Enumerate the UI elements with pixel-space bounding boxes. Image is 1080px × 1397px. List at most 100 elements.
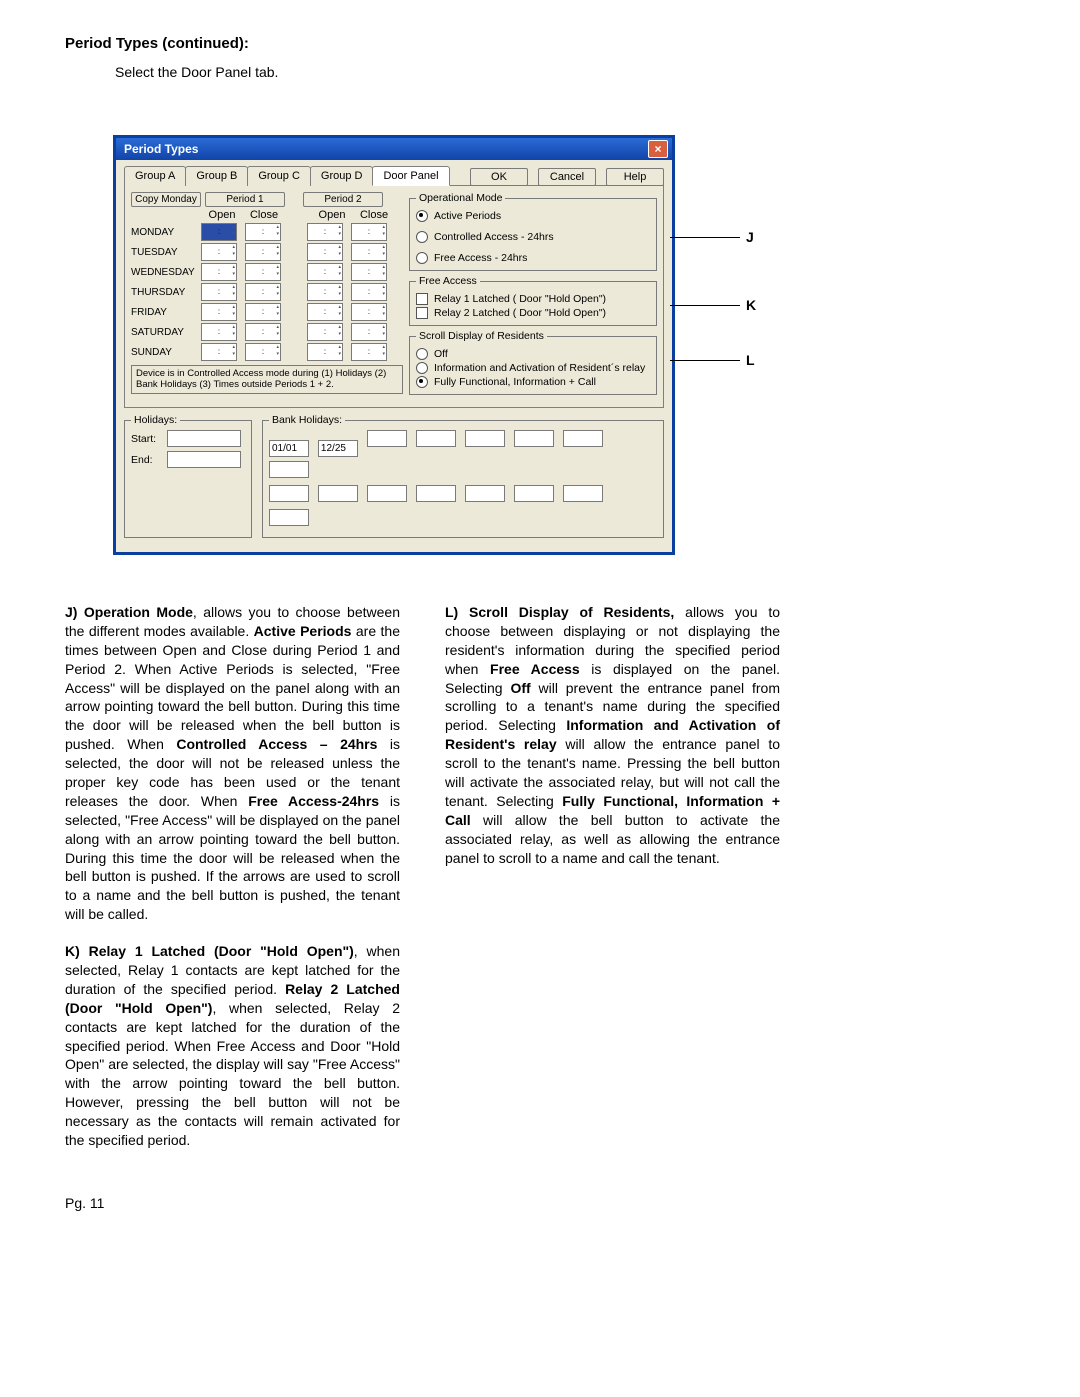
day-row: TUESDAY:::: bbox=[131, 243, 401, 261]
tab-group-b[interactable]: Group B bbox=[185, 166, 248, 186]
bank-input-7[interactable] bbox=[563, 430, 603, 447]
callout-l: L bbox=[746, 352, 755, 368]
opmode-active: Active Periods bbox=[434, 210, 501, 222]
cancel-button[interactable]: Cancel bbox=[538, 168, 596, 186]
p2-close-spin[interactable]: : bbox=[351, 243, 387, 261]
callout-j: J bbox=[746, 229, 754, 245]
copy-monday-button[interactable]: Copy Monday bbox=[131, 192, 201, 207]
p1-close-spin[interactable]: : bbox=[245, 243, 281, 261]
p2-open-spin[interactable]: : bbox=[307, 303, 343, 321]
intro-text: Select the Door Panel tab. bbox=[115, 64, 1015, 80]
opmode-free: Free Access - 24hrs bbox=[434, 252, 527, 264]
scroll-legend: Scroll Display of Residents bbox=[416, 330, 547, 342]
col-open-1: Open bbox=[201, 209, 243, 221]
holidays-start-input[interactable] bbox=[167, 430, 241, 447]
p1-open-spin[interactable]: : bbox=[201, 223, 237, 241]
day-row: SATURDAY:::: bbox=[131, 323, 401, 341]
bank-input-3[interactable] bbox=[367, 430, 407, 447]
p1-open-spin[interactable]: : bbox=[201, 303, 237, 321]
tab-group-a[interactable]: Group A bbox=[124, 166, 186, 186]
p2-close-spin[interactable]: : bbox=[351, 343, 387, 361]
bank-input-12[interactable] bbox=[416, 485, 456, 502]
p1-close-spin[interactable]: : bbox=[245, 283, 281, 301]
p1-close-spin[interactable]: : bbox=[245, 303, 281, 321]
tabs: Group A Group B Group C Group D Door Pan… bbox=[124, 166, 449, 186]
operational-mode-group: Operational Mode Active Periods Controll… bbox=[409, 192, 657, 271]
p2-close-spin[interactable]: : bbox=[351, 283, 387, 301]
bank-input-4[interactable] bbox=[416, 430, 456, 447]
col-open-2: Open bbox=[311, 209, 353, 221]
relay2-label: Relay 2 Latched ( Door "Hold Open") bbox=[434, 307, 606, 319]
p2-close-spin[interactable]: : bbox=[351, 303, 387, 321]
check-relay1[interactable] bbox=[416, 293, 428, 305]
holidays-legend: Holidays: bbox=[131, 414, 180, 426]
close-icon[interactable]: × bbox=[648, 140, 668, 158]
bank-input-10[interactable] bbox=[318, 485, 358, 502]
p1-open-spin[interactable]: : bbox=[201, 263, 237, 281]
day-label: FRIDAY bbox=[131, 307, 201, 318]
bank-input-13[interactable] bbox=[465, 485, 505, 502]
radio-full[interactable] bbox=[416, 376, 428, 388]
day-label: SUNDAY bbox=[131, 347, 201, 358]
p1-open-spin[interactable]: : bbox=[201, 243, 237, 261]
period1-button[interactable]: Period 1 bbox=[205, 192, 285, 207]
check-relay2[interactable] bbox=[416, 307, 428, 319]
radio-off[interactable] bbox=[416, 348, 428, 360]
help-button[interactable]: Help bbox=[606, 168, 664, 186]
p1-close-spin[interactable]: : bbox=[245, 343, 281, 361]
p2-open-spin[interactable]: : bbox=[307, 263, 343, 281]
free-access-group: Free Access Relay 1 Latched ( Door "Hold… bbox=[409, 275, 657, 326]
ok-button[interactable]: OK bbox=[470, 168, 528, 186]
radio-info-activation[interactable] bbox=[416, 362, 428, 374]
para-j: J) Operation Mode, allows you to choose … bbox=[65, 603, 400, 924]
holidays-group: Holidays: Start: End: bbox=[124, 414, 252, 538]
tab-door-panel[interactable]: Door Panel bbox=[372, 166, 449, 186]
bank-input-6[interactable] bbox=[514, 430, 554, 447]
p2-open-spin[interactable]: : bbox=[307, 283, 343, 301]
p1-open-spin[interactable]: : bbox=[201, 343, 237, 361]
p2-close-spin[interactable]: : bbox=[351, 263, 387, 281]
col-close-1: Close bbox=[243, 209, 285, 221]
p2-open-spin[interactable]: : bbox=[307, 343, 343, 361]
bank-input-11[interactable] bbox=[367, 485, 407, 502]
p2-close-spin[interactable]: : bbox=[351, 323, 387, 341]
period2-button[interactable]: Period 2 bbox=[303, 192, 383, 207]
bank-input-2[interactable]: 12/25 bbox=[318, 440, 358, 457]
bank-input-8[interactable] bbox=[269, 461, 309, 478]
scroll-off: Off bbox=[434, 348, 448, 360]
para-k: K) Relay 1 Latched (Door "Hold Open"), w… bbox=[65, 942, 400, 1150]
bank-input-14[interactable] bbox=[514, 485, 554, 502]
radio-active-periods[interactable] bbox=[416, 210, 428, 222]
bank-input-5[interactable] bbox=[465, 430, 505, 447]
relay1-label: Relay 1 Latched ( Door "Hold Open") bbox=[434, 293, 606, 305]
scroll-info: Information and Activation of Resident´s… bbox=[434, 362, 645, 374]
p1-close-spin[interactable]: : bbox=[245, 323, 281, 341]
holidays-start-label: Start: bbox=[131, 433, 167, 445]
period-types-dialog: Period Types × Group A Group B Group C G… bbox=[113, 135, 675, 555]
day-row: WEDNESDAY:::: bbox=[131, 263, 401, 281]
p1-open-spin[interactable]: : bbox=[201, 283, 237, 301]
tab-group-c[interactable]: Group C bbox=[247, 166, 311, 186]
p1-close-spin[interactable]: : bbox=[245, 223, 281, 241]
bank-input-16[interactable] bbox=[269, 509, 309, 526]
callout-k: K bbox=[746, 297, 756, 313]
bank-input-1[interactable]: 01/01 bbox=[269, 440, 309, 457]
day-row: MONDAY:::: bbox=[131, 223, 401, 241]
holidays-end-input[interactable] bbox=[167, 451, 241, 468]
p1-close-spin[interactable]: : bbox=[245, 263, 281, 281]
dialog-title: Period Types bbox=[124, 142, 198, 156]
radio-free[interactable] bbox=[416, 252, 428, 264]
p2-open-spin[interactable]: : bbox=[307, 243, 343, 261]
p2-open-spin[interactable]: : bbox=[307, 223, 343, 241]
page-number: Pg. 11 bbox=[65, 1195, 1015, 1211]
day-row: THURSDAY:::: bbox=[131, 283, 401, 301]
tab-group-d[interactable]: Group D bbox=[310, 166, 374, 186]
p2-close-spin[interactable]: : bbox=[351, 223, 387, 241]
bank-input-15[interactable] bbox=[563, 485, 603, 502]
p2-open-spin[interactable]: : bbox=[307, 323, 343, 341]
para-l: L) Scroll Display of Residents, allows y… bbox=[445, 603, 780, 867]
radio-controlled[interactable] bbox=[416, 231, 428, 243]
bank-input-9[interactable] bbox=[269, 485, 309, 502]
p1-open-spin[interactable]: : bbox=[201, 323, 237, 341]
day-label: MONDAY bbox=[131, 227, 201, 238]
